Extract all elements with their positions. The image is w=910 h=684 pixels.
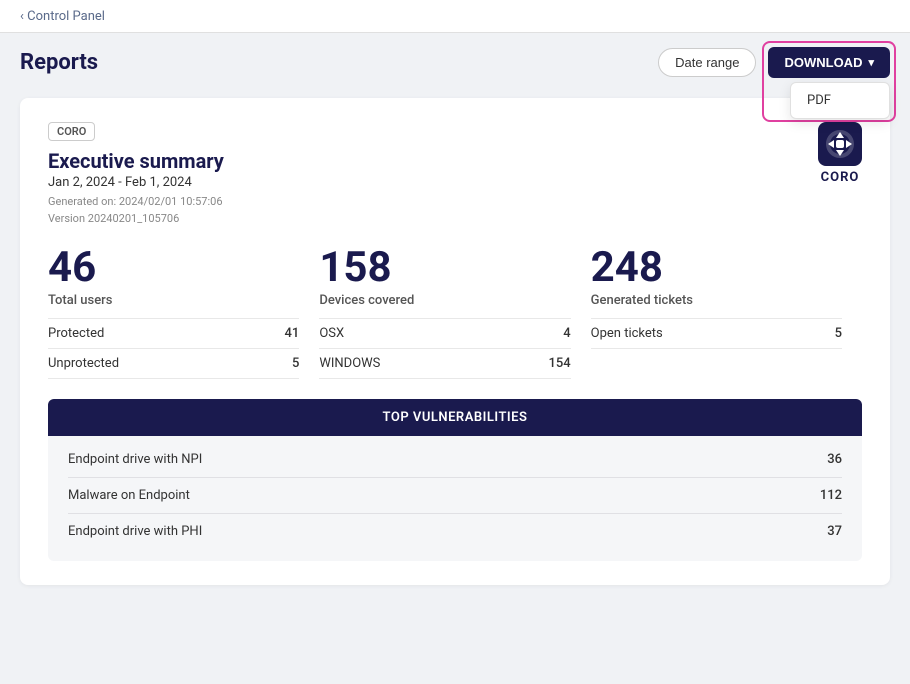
stat-row-val-osx: 4 [563, 326, 570, 341]
dropdown-item-pdf[interactable]: PDF [791, 83, 889, 118]
stat-row-name-windows: WINDOWS [319, 356, 380, 371]
stat-row-name-protected: Protected [48, 326, 104, 341]
vuln-header: TOP VULNERABILITIES [48, 399, 862, 436]
vuln-name-0: Endpoint drive with NPI [68, 452, 202, 467]
vuln-name-1: Malware on Endpoint [68, 488, 190, 503]
stat-block-tickets: 248 Generated tickets Open tickets 5 [591, 247, 862, 379]
report-card: CORO Executive summary Jan 2, 2024 - Feb… [20, 98, 890, 585]
report-card-header: CORO Executive summary Jan 2, 2024 - Feb… [48, 122, 862, 227]
stat-row-val-protected: 41 [285, 326, 300, 341]
vuln-count-0: 36 [827, 452, 842, 467]
stat-rows-users: Protected 41 Unprotected 5 [48, 318, 299, 379]
vuln-row-2: Endpoint drive with PHI 37 [68, 514, 842, 549]
vuln-row-0: Endpoint drive with NPI 36 [68, 442, 842, 478]
stat-row-name-open-tickets: Open tickets [591, 326, 663, 341]
coro-badge: CORO [48, 122, 95, 141]
chevron-down-icon: ▾ [868, 56, 874, 69]
logo-area: CORO [818, 122, 862, 185]
download-button[interactable]: DOWNLOAD ▾ [768, 47, 890, 78]
vulnerabilities-section: TOP VULNERABILITIES Endpoint drive with … [48, 399, 862, 561]
stat-label-users: Total users [48, 293, 299, 308]
stat-number-users: 46 [48, 247, 299, 289]
report-header-left: CORO Executive summary Jan 2, 2024 - Feb… [48, 122, 224, 227]
download-wrapper: DOWNLOAD ▾ PDF [768, 47, 890, 78]
stat-row-windows: WINDOWS 154 [319, 349, 570, 379]
stat-block-users: 46 Total users Protected 41 Unprotected … [48, 247, 319, 379]
stat-row-val-windows: 154 [548, 356, 570, 371]
coro-logo-icon [818, 122, 862, 166]
stat-rows-tickets: Open tickets 5 [591, 318, 842, 349]
top-bar: Control Panel [0, 0, 910, 33]
stat-row-name-osx: OSX [319, 326, 344, 341]
stat-number-tickets: 248 [591, 247, 842, 289]
stat-number-devices: 158 [319, 247, 570, 289]
stat-row-val-unprotected: 5 [292, 356, 299, 371]
vuln-table: Endpoint drive with NPI 36 Malware on En… [48, 436, 862, 561]
page-header: Reports Date range DOWNLOAD ▾ PDF [0, 33, 910, 88]
stat-rows-devices: OSX 4 WINDOWS 154 [319, 318, 570, 379]
vuln-count-1: 112 [820, 488, 842, 503]
vuln-count-2: 37 [827, 524, 842, 539]
stat-label-tickets: Generated tickets [591, 293, 842, 308]
stat-row-val-open-tickets: 5 [835, 326, 842, 341]
report-generated-on: Generated on: 2024/02/01 10:57:06 Versio… [48, 194, 224, 227]
stat-row-osx: OSX 4 [319, 319, 570, 349]
page-title: Reports [20, 50, 98, 75]
report-date: Jan 2, 2024 - Feb 1, 2024 [48, 175, 224, 190]
date-range-button[interactable]: Date range [658, 48, 756, 77]
stat-label-devices: Devices covered [319, 293, 570, 308]
stat-row-name-unprotected: Unprotected [48, 356, 119, 371]
download-dropdown: PDF [790, 82, 890, 119]
report-title: Executive summary [48, 149, 224, 173]
stat-row-protected: Protected 41 [48, 319, 299, 349]
header-right: Date range DOWNLOAD ▾ PDF [658, 47, 890, 78]
vuln-row-1: Malware on Endpoint 112 [68, 478, 842, 514]
stat-block-devices: 158 Devices covered OSX 4 WINDOWS 154 [319, 247, 590, 379]
vuln-name-2: Endpoint drive with PHI [68, 524, 202, 539]
stat-row-unprotected: Unprotected 5 [48, 349, 299, 379]
stats-row: 46 Total users Protected 41 Unprotected … [48, 247, 862, 379]
coro-logo-text: CORO [821, 170, 860, 185]
stat-row-open-tickets: Open tickets 5 [591, 319, 842, 349]
download-label: DOWNLOAD [784, 55, 862, 70]
page-container: Control Panel Reports Date range DOWNLOA… [0, 0, 910, 684]
main-content: CORO Executive summary Jan 2, 2024 - Feb… [0, 88, 910, 605]
breadcrumb[interactable]: Control Panel [20, 9, 105, 24]
